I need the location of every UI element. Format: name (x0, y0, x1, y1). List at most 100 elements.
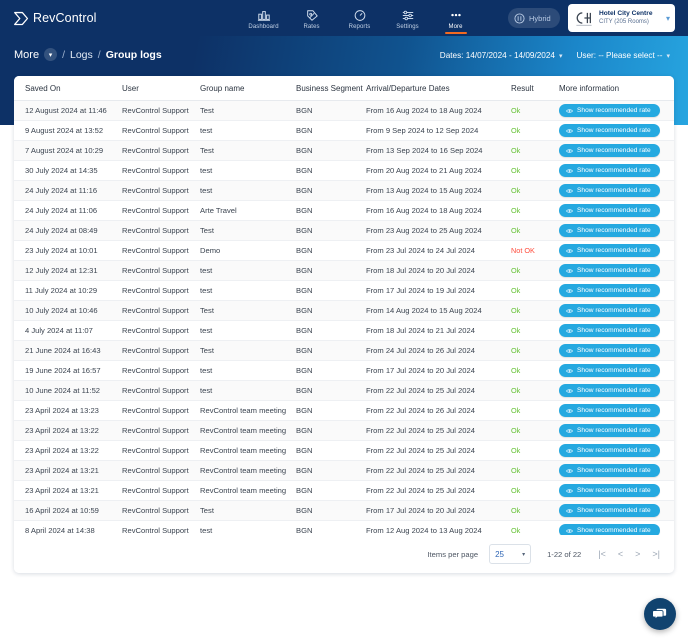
table-row[interactable]: 10 June 2024 at 11:52 RevControl Support t… (14, 380, 674, 401)
show-recommended-rate-button[interactable]: Show recommended rate (559, 484, 660, 497)
first-page-button[interactable]: |< (598, 549, 606, 559)
show-recommended-rate-button[interactable]: Show recommended rate (559, 284, 660, 297)
cell-result-value: Ok (511, 466, 521, 475)
breadcrumb-root[interactable]: More (14, 49, 39, 61)
column-header-group-name[interactable]: Group name (200, 76, 296, 101)
show-recommended-rate-button[interactable]: Show recommended rate (559, 184, 660, 197)
cell-more-information: Show recommended rate (559, 260, 674, 281)
table-row[interactable]: 12 August 2024 at 11:46 RevControl Suppor… (14, 100, 674, 121)
cell-saved-on-value: 23 April 2024 at 13:21 (25, 466, 99, 475)
chat-widget-button[interactable] (644, 598, 676, 630)
table-row[interactable]: 11 July 2024 at 10:29 RevControl Support t… (14, 280, 674, 301)
cell-result: Ok (511, 200, 559, 221)
show-recommended-rate-button[interactable]: Show recommended rate (559, 304, 660, 317)
table-row[interactable]: 24 July 2024 at 11:16 RevControl Support t… (14, 180, 674, 201)
cell-business-segment-value: BGN (296, 206, 313, 215)
last-page-button[interactable]: >| (652, 549, 660, 559)
cell-group-name-value: Demo (200, 246, 221, 255)
nav-item-dashboard[interactable]: Dashboard (240, 6, 288, 30)
column-header-more-information[interactable]: More information (559, 76, 674, 101)
eye-icon (566, 508, 573, 513)
cell-more-information: Show recommended rate (559, 400, 674, 421)
cell-saved-on-value: 11 July 2024 at 10:29 (25, 286, 98, 295)
nav-label-settings: Settings (396, 24, 419, 30)
cell-result-value: Ok (511, 486, 521, 495)
table-row[interactable]: 10 July 2024 at 10:46 RevControl Support T… (14, 300, 674, 321)
show-recommended-rate-button[interactable]: Show recommended rate (559, 244, 660, 257)
nav-item-rates[interactable]: Rates (288, 6, 336, 30)
table-row[interactable]: 19 June 2024 at 16:57 RevControl Support t… (14, 360, 674, 381)
column-header-arrival-departure-dates[interactable]: Arrival/Departure Dates (366, 76, 511, 101)
brand-logo[interactable]: RevControl (13, 10, 97, 27)
cell-result: Ok (511, 260, 559, 281)
cell-more-information: Show recommended rate (559, 440, 674, 461)
show-recommended-rate-button[interactable]: Show recommended rate (559, 264, 660, 277)
cell-user-value: RevControl Support (122, 346, 189, 355)
eye-icon (566, 468, 573, 473)
show-recommended-rate-button[interactable]: Show recommended rate (559, 204, 660, 217)
nav-item-settings[interactable]: Settings (384, 6, 432, 30)
show-recommended-rate-button[interactable]: Show recommended rate (559, 364, 660, 377)
next-page-button[interactable]: > (635, 549, 640, 559)
cell-saved-on: 23 July 2024 at 10:01 (14, 240, 122, 261)
hotel-selector[interactable]: Hotel City Centre CITY (205 Rooms) ▾ (568, 4, 675, 32)
cell-arrival-departure-dates: From 20 Aug 2024 to 21 Aug 2024 (366, 160, 511, 181)
show-recommended-rate-button[interactable]: Show recommended rate (559, 104, 660, 117)
table-row[interactable]: 23 April 2024 at 13:21 RevControl Support… (14, 460, 674, 481)
table-row[interactable]: 23 April 2024 at 13:23 RevControl Support… (14, 400, 674, 421)
cell-business-segment: BGN (296, 420, 366, 441)
table-row[interactable]: 24 July 2024 at 11:06 RevControl Support A… (14, 200, 674, 221)
column-header-user[interactable]: User (122, 76, 200, 101)
show-recommended-rate-button[interactable]: Show recommended rate (559, 224, 660, 237)
cell-more-information: Show recommended rate (559, 220, 674, 241)
show-recommended-rate-button[interactable]: Show recommended rate (559, 444, 660, 457)
table-row[interactable]: 12 July 2024 at 12:31 RevControl Support t… (14, 260, 674, 281)
table-row[interactable]: 4 July 2024 at 11:07 RevControl Support te… (14, 320, 674, 341)
cell-user-value: RevControl Support (122, 226, 189, 235)
table-row[interactable]: 7 August 2024 at 10:29 RevControl Support… (14, 140, 674, 161)
cell-arrival-departure-dates-value: From 22 Jul 2024 to 25 Jul 2024 (366, 426, 475, 435)
nav-item-reports[interactable]: Reports (336, 6, 384, 30)
previous-page-button[interactable]: < (618, 549, 623, 559)
chat-bubble-icon (652, 608, 667, 621)
items-per-page-select[interactable]: 25 ▾ (489, 544, 532, 564)
table-row[interactable]: 23 April 2024 at 13:22 RevControl Support… (14, 440, 674, 461)
table-row[interactable]: 21 June 2024 at 16:43 RevControl Support T… (14, 340, 674, 361)
show-recommended-rate-label: Show recommended rate (577, 127, 651, 134)
user-filter[interactable]: User: -- Please select -- ▾ (576, 51, 670, 60)
show-recommended-rate-button[interactable]: Show recommended rate (559, 164, 660, 177)
chevron-down-icon[interactable]: ▾ (44, 48, 58, 61)
show-recommended-rate-button[interactable]: Show recommended rate (559, 404, 660, 417)
breadcrumb-item-logs[interactable]: Logs (70, 49, 93, 61)
dates-filter[interactable]: Dates: 14/07/2024 - 14/09/2024 ▾ (440, 51, 563, 60)
show-recommended-rate-button[interactable]: Show recommended rate (559, 464, 660, 477)
table-row[interactable]: 23 April 2024 at 13:21 RevControl Support… (14, 480, 674, 501)
column-header-saved-on[interactable]: Saved On (14, 76, 122, 101)
cell-result: Ok (511, 420, 559, 441)
show-recommended-rate-button[interactable]: Show recommended rate (559, 144, 660, 157)
show-recommended-rate-button[interactable]: Show recommended rate (559, 504, 660, 517)
cell-more-information: Show recommended rate (559, 240, 674, 261)
show-recommended-rate-button[interactable]: Show recommended rate (559, 324, 660, 337)
nav-item-more[interactable]: More (432, 6, 480, 34)
table-row[interactable]: 30 July 2024 at 14:35 RevControl Support t… (14, 160, 674, 181)
table-row[interactable]: 23 April 2024 at 13:22 RevControl Support… (14, 420, 674, 441)
table-row[interactable]: 9 August 2024 at 13:52 RevControl Support… (14, 120, 674, 141)
cell-arrival-departure-dates-value: From 17 Jul 2024 to 20 Jul 2024 (366, 366, 475, 375)
table-row[interactable]: 24 July 2024 at 08:49 RevControl Support T… (14, 220, 674, 241)
show-recommended-rate-button[interactable]: Show recommended rate (559, 124, 660, 137)
hybrid-mode-badge[interactable]: Hybrid (508, 8, 560, 28)
cell-group-name-value: Test (200, 506, 214, 515)
cell-more-information: Show recommended rate (559, 320, 674, 341)
show-recommended-rate-button[interactable]: Show recommended rate (559, 344, 660, 357)
table-row[interactable]: 23 July 2024 at 10:01 RevControl Support D… (14, 240, 674, 261)
show-recommended-rate-button[interactable]: Show recommended rate (559, 424, 660, 437)
cell-saved-on-value: 24 July 2024 at 11:06 (25, 206, 98, 215)
column-header-result[interactable]: Result (511, 76, 559, 101)
cell-user-value: RevControl Support (122, 326, 189, 335)
cell-arrival-departure-dates-value: From 13 Aug 2024 to 15 Aug 2024 (366, 186, 482, 195)
show-recommended-rate-button[interactable]: Show recommended rate (559, 384, 660, 397)
table-row[interactable]: 16 April 2024 at 10:59 RevControl Support… (14, 500, 674, 521)
cell-saved-on-value: 23 April 2024 at 13:22 (25, 446, 99, 455)
column-header-business-segment[interactable]: Business Segment (296, 76, 366, 101)
